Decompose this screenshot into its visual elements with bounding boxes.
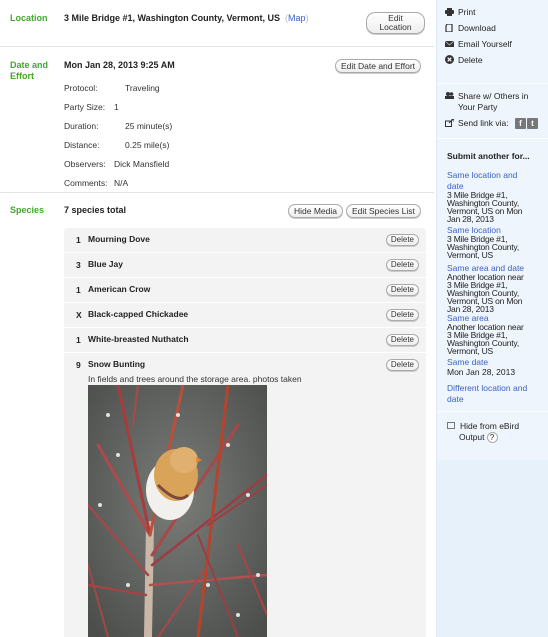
effort-field: Party Size: 1: [64, 102, 119, 112]
date-effort-label: Date and Effort: [10, 60, 49, 81]
species-count: 3: [76, 260, 81, 270]
species-count: 1: [76, 335, 81, 345]
download-icon: [445, 23, 454, 33]
species-count: 1: [76, 285, 81, 295]
effort-field-key: Observers:: [64, 159, 106, 169]
print-icon: [445, 8, 454, 16]
delete-species-button[interactable]: Delete: [385, 234, 419, 246]
send-link-row: Send link via: ft: [445, 118, 538, 130]
submit-option-detail: Mon Jan 28, 2013: [447, 367, 516, 377]
species-count: 1: [76, 235, 81, 245]
submit-option-detail: Another location near 3 Mile Bridge #1, Wa…: [447, 322, 524, 356]
print-link[interactable]: Print: [445, 7, 475, 18]
email-icon: [444, 40, 455, 48]
effort-field-key: Protocol:: [64, 83, 98, 93]
divider: [437, 83, 548, 84]
effort-field-key: Distance:: [64, 140, 100, 150]
delete-species-button[interactable]: Delete: [385, 309, 419, 321]
external-link-icon: [445, 118, 455, 127]
bird-photo-illustration: [88, 385, 267, 637]
species-name: Mourning Dove: [88, 234, 150, 244]
species-comment: In fields and trees around the storage a…: [88, 374, 302, 384]
email-yourself-link[interactable]: Email Yourself: [444, 39, 512, 50]
edit-date-effort-button[interactable]: Edit Date and Effort: [335, 59, 422, 73]
effort-field-key: Comments:: [64, 178, 108, 188]
effort-field-value: Dick Mansfield: [114, 159, 170, 169]
submit-option-detail: 3 Mile Bridge #1, Washington County, Vermo…: [447, 234, 519, 260]
observation-datetime: Mon Jan 28, 2013 9:25 AM: [64, 60, 175, 70]
location-name: 3 Mile Bridge #1, Washington County, Ver…: [64, 13, 281, 23]
location-label: Location: [10, 13, 48, 23]
sidebar: Print Download Email Yourself Delete Sha…: [436, 0, 548, 637]
edit-species-list-button[interactable]: Edit Species List: [346, 204, 421, 218]
effort-field-value: 1: [114, 102, 119, 112]
date-effort-section: Date and Effort Mon Jan 28, 2013 9:25 AM…: [0, 47, 434, 193]
submit-option-detail: Another location near 3 Mile Bridge #1, Wa…: [447, 272, 524, 314]
divider: [437, 411, 548, 412]
location-section: Location 3 Mile Bridge #1, Washington Co…: [0, 0, 434, 47]
species-name: American Crow: [88, 284, 151, 294]
effort-field: Duration: 25 minute(s): [64, 121, 172, 131]
delete-checklist-link[interactable]: Delete: [445, 55, 483, 66]
download-link[interactable]: Download: [445, 23, 496, 34]
submit-option-link[interactable]: Different location and date: [447, 383, 547, 405]
species-total: 7 species total: [64, 205, 127, 215]
species-row: 3 Blue Jay Delete: [64, 253, 426, 278]
delete-species-button[interactable]: Delete: [385, 359, 419, 371]
delete-icon: [445, 55, 454, 64]
effort-field: Comments: N/A: [64, 178, 128, 188]
map-link[interactable]: Map: [288, 13, 306, 23]
effort-field-value: 0.25 mile(s): [125, 140, 170, 150]
species-name: Blue Jay: [88, 259, 123, 269]
effort-field: Distance: 0.25 mile(s): [64, 140, 169, 150]
snow-bunting-photo[interactable]: [88, 385, 267, 637]
share-with-party-link[interactable]: Share w/ Others in Your Party: [445, 91, 528, 113]
twitter-icon[interactable]: t: [526, 118, 538, 130]
delete-species-button[interactable]: Delete: [385, 259, 419, 271]
hide-from-ebird-checkbox[interactable]: Hide from eBird Output?: [447, 421, 519, 443]
species-row: 1 White-breasted Nuthatch Delete: [64, 328, 426, 353]
species-name: Snow Bunting: [88, 359, 146, 369]
species-name: White-breasted Nuthatch: [88, 334, 189, 344]
help-icon[interactable]: ?: [486, 432, 498, 443]
effort-field-value: Traveling: [125, 83, 160, 93]
facebook-icon[interactable]: f: [514, 118, 526, 130]
submit-option-link[interactable]: Same location and date: [447, 170, 547, 192]
effort-field-value: 25 minute(s): [125, 121, 173, 131]
effort-field-key: Duration:: [64, 121, 99, 131]
submit-another-heading: Submit another for...: [447, 151, 530, 161]
species-label: Species: [10, 205, 45, 215]
species-count: X: [76, 310, 82, 320]
delete-species-button[interactable]: Delete: [385, 334, 419, 346]
effort-field-key: Party Size:: [64, 102, 106, 112]
effort-field: Protocol: Traveling: [64, 83, 160, 93]
checklist-main: Location 3 Mile Bridge #1, Washington Co…: [0, 0, 434, 637]
species-row: 1 Mourning Dove Delete: [64, 228, 426, 253]
species-count: 9: [76, 360, 81, 370]
people-icon: [445, 92, 454, 100]
hide-media-button[interactable]: Hide Media: [288, 204, 343, 218]
species-list: 1 Mourning Dove Delete 3 Blue Jay Delete 1 Amer…: [64, 228, 426, 637]
effort-field: Observers: Dick Mansfield: [64, 159, 169, 169]
species-row: 1 American Crow Delete: [64, 278, 426, 303]
edit-location-button[interactable]: Edit Location: [366, 12, 425, 34]
checkbox[interactable]: [447, 422, 455, 429]
species-name: Black-capped Chickadee: [88, 309, 189, 319]
submit-option-detail: 3 Mile Bridge #1, Washington County, Vermo…: [447, 190, 523, 224]
delete-species-button[interactable]: Delete: [385, 284, 419, 296]
location-value: 3 Mile Bridge #1, Washington County, Ver…: [64, 13, 309, 23]
effort-field-value: N/A: [114, 178, 129, 188]
species-row: X Black-capped Chickadee Delete: [64, 303, 426, 328]
divider: [437, 138, 548, 139]
